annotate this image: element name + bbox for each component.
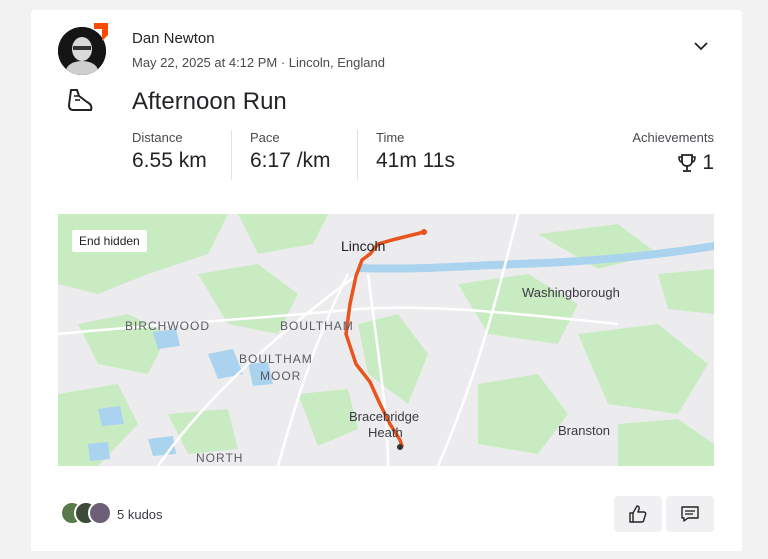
activity-card: Dan Newton May 22, 2025 at 4:12 PM · Lin… <box>31 10 742 551</box>
stat-value: 6:17 /km <box>250 149 331 172</box>
kudos-avatars[interactable] <box>60 501 122 527</box>
map-label-moor: MOOR <box>260 369 302 383</box>
map-label-birchwood: BIRCHWOOD <box>125 319 210 333</box>
stat-value: 41m 11s <box>376 149 455 172</box>
stat-label: Pace <box>250 130 280 145</box>
give-kudos-button[interactable] <box>614 496 662 532</box>
stat-time: Time 41m 11s <box>376 130 455 173</box>
stat-label: Distance <box>132 130 183 145</box>
route-end-marker <box>397 444 403 450</box>
map-label-branston: Branston <box>558 423 611 438</box>
map-label-heath: Heath <box>368 425 403 440</box>
chevron-down-icon[interactable] <box>691 37 711 55</box>
comment-icon <box>681 506 699 522</box>
map-label-north: NORTH <box>196 451 244 465</box>
stat-pace: Pace 6:17 /km <box>250 130 331 173</box>
athlete-avatar[interactable] <box>58 23 108 75</box>
achievements-number: 1 <box>702 151 714 174</box>
map-label-boultham-moor: BOULTHAM <box>239 352 313 366</box>
stat-value: 6.55 km <box>132 149 207 172</box>
activity-date-location: May 22, 2025 at 4:12 PM · Lincoln, Engla… <box>132 55 385 70</box>
route-map[interactable]: End hidden Lincoln Washingborough BIRCHW… <box>58 214 714 466</box>
kudos-count[interactable]: 5 kudos <box>117 507 163 522</box>
running-shoe-icon <box>68 89 93 111</box>
stat-label: Time <box>376 130 405 145</box>
map-label-bracebridge: Bracebridge <box>349 409 420 424</box>
kudo-avatar <box>88 501 112 525</box>
thumbs-up-icon <box>629 505 647 523</box>
trophy-icon <box>678 154 697 172</box>
map-label-lincoln: Lincoln <box>341 238 386 254</box>
stat-distance: Distance 6.55 km <box>132 130 207 173</box>
activity-title[interactable]: Afternoon Run <box>132 88 287 116</box>
comment-button[interactable] <box>666 496 714 532</box>
subscriber-badge-icon <box>94 23 108 41</box>
map-label-washingborough: Washingborough <box>522 285 620 300</box>
end-hidden-badge: End hidden <box>72 230 147 252</box>
achievements-count[interactable]: 1 <box>676 151 714 175</box>
stat-divider <box>231 130 232 180</box>
achievements-label: Achievements <box>632 130 714 145</box>
map-label-boultham: BOULTHAM <box>280 319 354 333</box>
route-start-marker <box>421 229 427 235</box>
stat-divider <box>357 130 358 180</box>
athlete-name[interactable]: Dan Newton <box>132 30 215 47</box>
